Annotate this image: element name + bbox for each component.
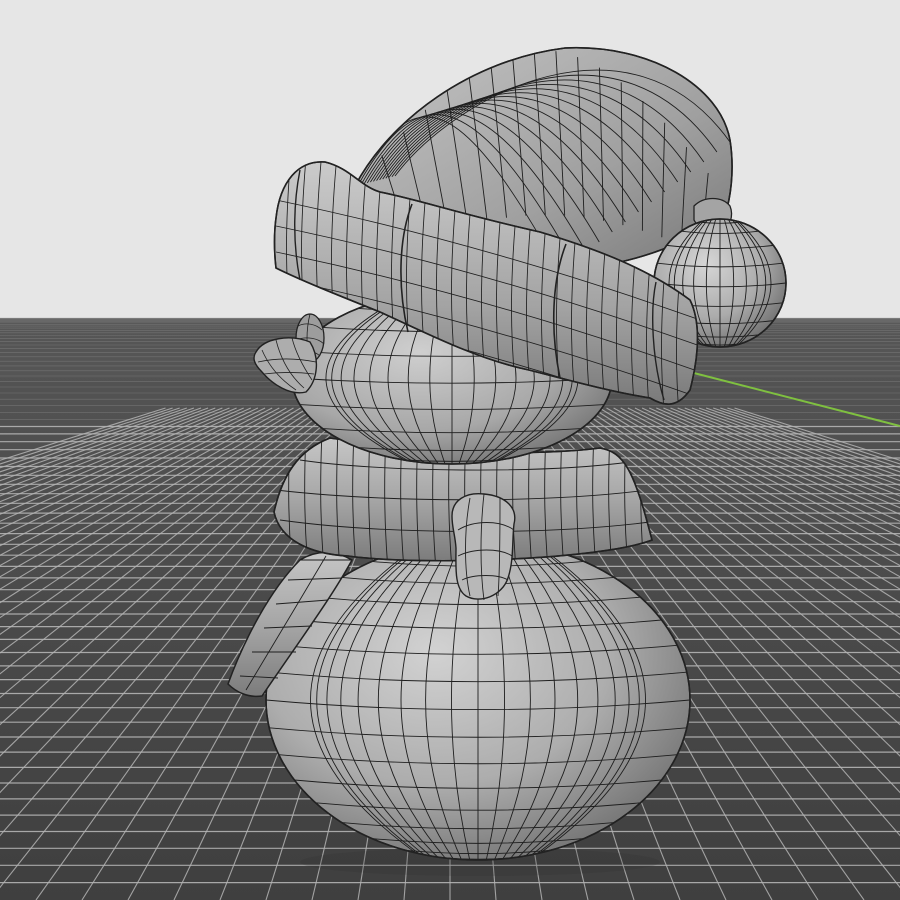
scarf-knot[interactable] bbox=[451, 493, 516, 601]
3d-viewport[interactable] bbox=[0, 0, 900, 900]
